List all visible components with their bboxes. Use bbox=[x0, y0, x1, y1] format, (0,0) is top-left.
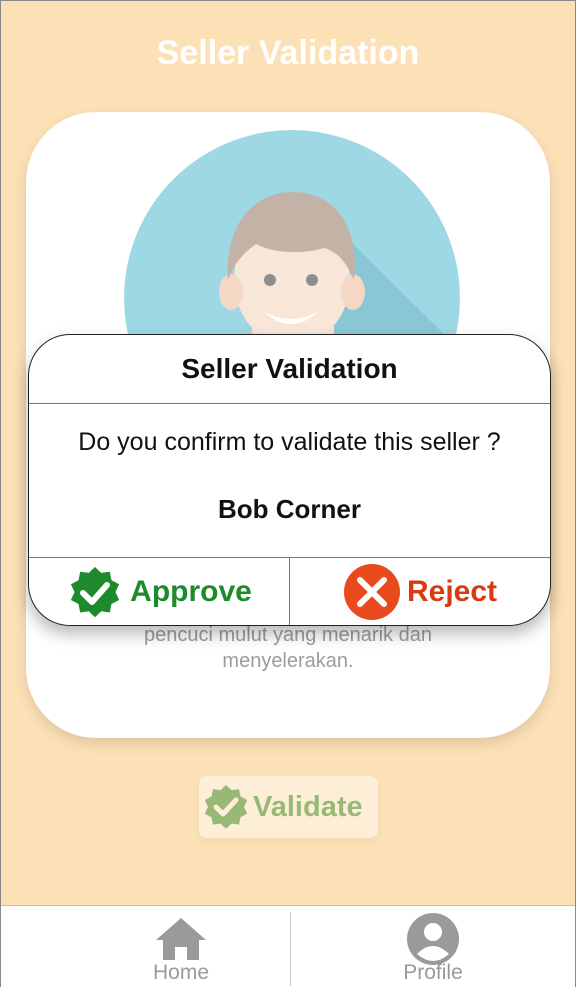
seller-description: pencuci mulut yang menarik dan menyelera… bbox=[26, 622, 550, 674]
dialog-title: Seller Validation bbox=[181, 353, 398, 384]
reject-x-icon bbox=[343, 563, 400, 620]
confirm-dialog: Seller Validation Do you confirm to vali… bbox=[28, 334, 551, 626]
approve-badge-icon bbox=[71, 566, 120, 617]
approve-button[interactable]: Approve bbox=[29, 558, 289, 625]
validate-button[interactable]: Validate bbox=[199, 776, 378, 838]
bottom-navigation: Home Profile bbox=[1, 905, 575, 987]
dialog-seller-name: Bob Corner bbox=[218, 494, 361, 524]
profile-icon bbox=[407, 913, 459, 965]
reject-button-label: Reject bbox=[406, 574, 498, 608]
nav-item-profile[interactable]: Profile bbox=[373, 906, 493, 987]
dialog-divider bbox=[29, 403, 550, 404]
nav-item-profile-label: Profile bbox=[403, 961, 463, 984]
nav-item-home[interactable]: Home bbox=[121, 906, 241, 987]
dialog-message: Do you confirm to validate this seller ? bbox=[78, 428, 501, 456]
approve-button-label: Approve bbox=[130, 574, 252, 608]
home-icon bbox=[156, 918, 206, 960]
verified-badge-icon bbox=[204, 785, 248, 829]
validate-button-label: Validate bbox=[253, 790, 363, 823]
nav-divider bbox=[290, 912, 291, 986]
page-title: Seller Validation bbox=[156, 34, 420, 72]
reject-button[interactable]: Reject bbox=[290, 558, 550, 625]
nav-item-home-label: Home bbox=[152, 961, 210, 984]
seller-description-line-2: menyelerakan. bbox=[222, 650, 354, 672]
